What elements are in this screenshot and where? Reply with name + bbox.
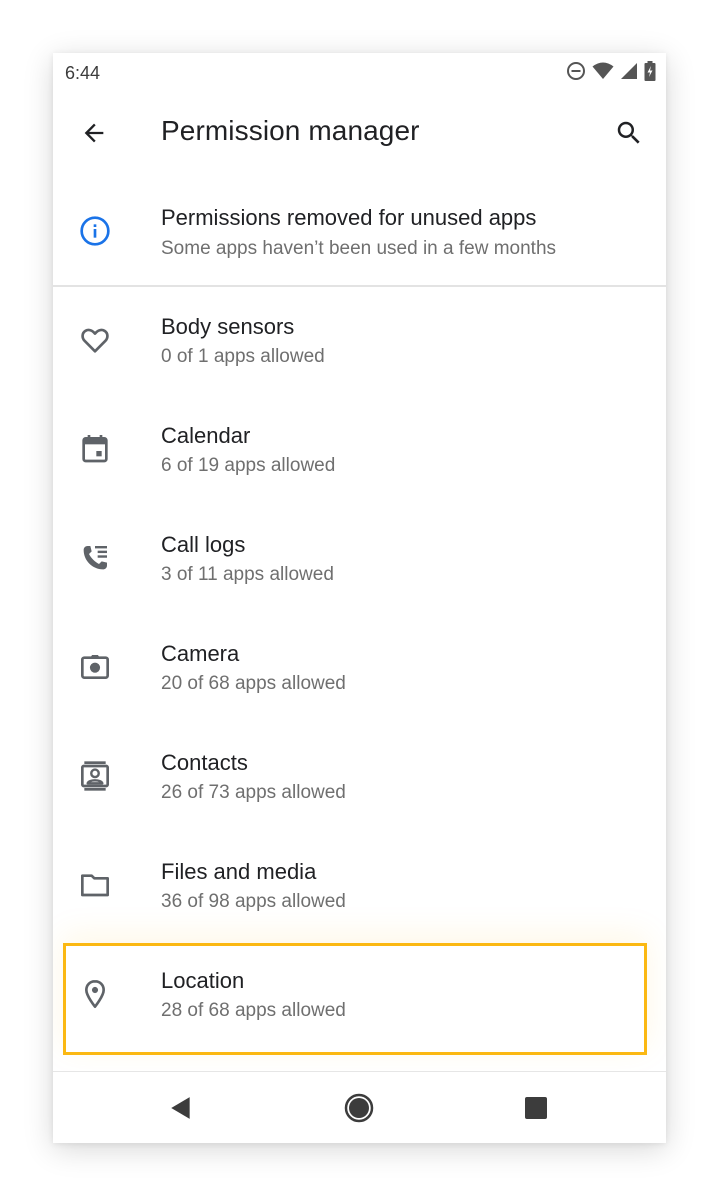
camera-icon [75, 647, 115, 687]
cell-signal-icon [620, 62, 638, 80]
nav-recents-square-icon [525, 1097, 547, 1119]
permission-row-call-logs[interactable]: Call logs 3 of 11 apps allowed [53, 505, 666, 614]
do-not-disturb-icon [566, 61, 586, 81]
battery-charging-icon [644, 61, 656, 81]
permission-summary: 6 of 19 apps allowed [161, 455, 336, 476]
permission-row-files-and-media[interactable]: Files and media 36 of 98 apps allowed [53, 832, 666, 941]
system-nav-bar [53, 1072, 666, 1143]
permission-summary: 26 of 73 apps allowed [161, 782, 346, 803]
status-icons [566, 61, 656, 81]
permission-summary: 28 of 68 apps allowed [161, 1000, 346, 1021]
search-icon [617, 121, 640, 144]
calendar-icon [75, 429, 115, 469]
permission-row-body-sensors[interactable]: Body sensors 0 of 1 apps allowed [53, 287, 666, 396]
permission-label: Location [161, 968, 245, 993]
status-bar: 6:44 [53, 53, 666, 93]
nav-recents-button[interactable] [514, 1086, 558, 1130]
permission-row-calendar[interactable]: Calendar 6 of 19 apps allowed [53, 396, 666, 505]
app-bar: Permission manager [53, 98, 666, 168]
nav-back-triangle-icon [171, 1097, 190, 1119]
permission-summary: 20 of 68 apps allowed [161, 673, 346, 694]
permission-label: Contacts [161, 750, 248, 775]
permission-label: Body sensors [161, 314, 295, 339]
nav-home-button[interactable] [337, 1086, 381, 1130]
wifi-icon [592, 62, 614, 80]
permission-label: Calendar [161, 423, 251, 448]
unused-apps-notice[interactable]: Permissions removed for unused apps Some… [53, 175, 666, 285]
contacts-icon [75, 756, 115, 796]
permission-label: Call logs [161, 532, 246, 557]
permission-row-location[interactable]: Location 28 of 68 apps allowed [53, 941, 666, 1055]
permission-summary: 36 of 98 apps allowed [161, 891, 346, 912]
search-button[interactable] [604, 108, 654, 158]
location-pin-icon [75, 974, 115, 1014]
stage: 6:44 Permission manager Permissions remo… [0, 0, 718, 1200]
permission-list: Body sensors 0 of 1 apps allowed Calenda… [53, 287, 666, 1055]
permission-summary: 0 of 1 apps allowed [161, 346, 325, 367]
notice-subtitle: Some apps haven’t been used in a few mon… [161, 238, 557, 259]
call-log-icon [75, 538, 115, 578]
page-title: Permission manager [161, 115, 420, 146]
status-time: 6:44 [65, 63, 101, 83]
permission-label: Files and media [161, 859, 317, 884]
nav-back-button[interactable] [159, 1086, 203, 1130]
info-icon [75, 211, 115, 251]
back-button[interactable] [69, 108, 119, 158]
folder-icon [75, 865, 115, 905]
notice-title: Permissions removed for unused apps [161, 205, 537, 230]
permission-row-contacts[interactable]: Contacts 26 of 73 apps allowed [53, 723, 666, 832]
permission-summary: 3 of 11 apps allowed [161, 564, 334, 585]
phone-screen: 6:44 Permission manager Permissions remo… [53, 53, 666, 1143]
heart-icon [75, 320, 115, 360]
permission-row-camera[interactable]: Camera 20 of 68 apps allowed [53, 614, 666, 723]
nav-home-circle-icon [344, 1093, 374, 1123]
permission-label: Camera [161, 641, 240, 666]
arrow-back-icon [84, 123, 104, 143]
